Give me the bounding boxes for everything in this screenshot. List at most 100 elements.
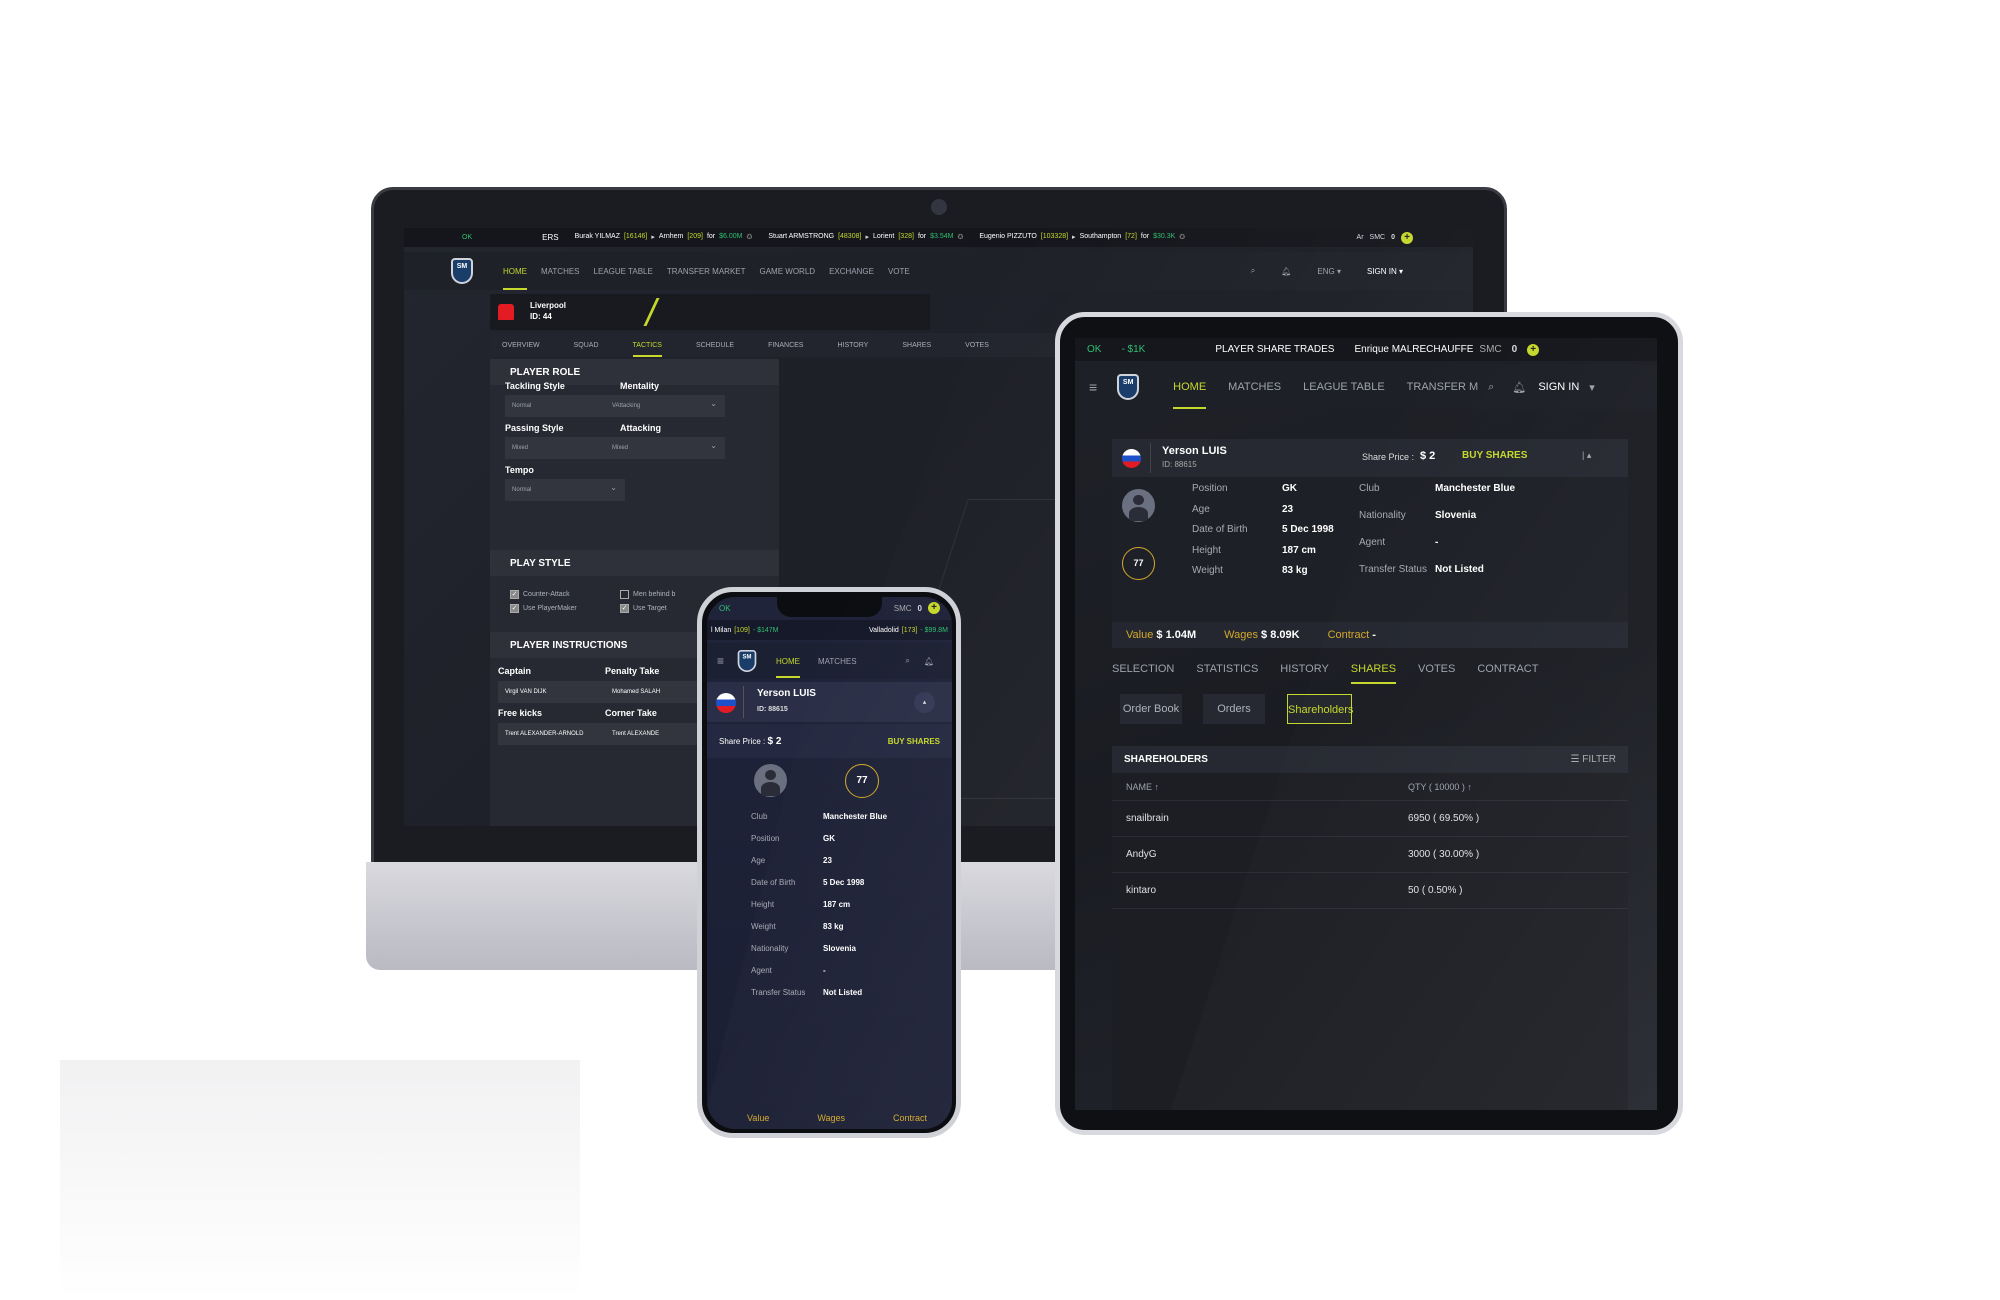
detail-value: Slovenia <box>823 944 856 953</box>
shareholder-qty: 50 ( 0.50% ) <box>1408 885 1463 896</box>
subtab-orders[interactable]: Orders <box>1203 694 1265 724</box>
tab-shares[interactable]: SHARES <box>1350 663 1397 684</box>
buy-shares-button[interactable]: BUY SHARES <box>888 737 940 746</box>
shareholder-row[interactable]: AndyG 3000 ( 30.00% ) <box>1112 837 1628 873</box>
tab-selection[interactable]: SELECTION <box>1112 663 1174 675</box>
nav-vote[interactable]: VOTE <box>888 267 910 276</box>
shareholder-row[interactable]: snailbrain 6950 ( 69.50% ) <box>1112 801 1628 837</box>
filter-button[interactable]: ☰ FILTER <box>1571 754 1616 765</box>
buy-shares-button[interactable]: BUY SHARES <box>1462 450 1527 461</box>
tab-contract[interactable]: CONTRACT <box>1477 663 1538 675</box>
detail-label: Nationality <box>751 944 789 953</box>
play-style-checkbox[interactable]: ✓ Use PlayerMaker <box>510 604 577 613</box>
ticker-player: Enrique MALRECHAUFFE <box>1354 344 1474 355</box>
col-qty-header[interactable]: QTY ( 10000 ) ↑ <box>1408 782 1472 792</box>
add-smc-button[interactable]: + <box>1527 343 1540 356</box>
mentality-dropdown[interactable]: VAttacking <box>605 395 725 417</box>
team-tabs: OVERVIEW SQUAD TACTICS SCHEDULE FINANCES HIST… <box>490 333 1090 357</box>
detail-value: 83 kg <box>1282 565 1308 576</box>
nav-transfer-m[interactable]: TRANSFER M <box>1407 381 1479 393</box>
instruction-label: Corner Take <box>605 708 657 718</box>
subtab-order-book[interactable]: Order Book <box>1120 694 1182 724</box>
ticker-player: Burak YILMAZ <box>574 233 620 240</box>
star-icon[interactable]: ✪ <box>957 233 963 242</box>
collapse-icon[interactable]: | ▴ <box>1582 450 1591 461</box>
nav-matches[interactable]: MATCHES <box>818 657 857 666</box>
ticker-tail: Ar <box>1356 234 1364 241</box>
detail-value: GK <box>823 834 835 843</box>
search-icon[interactable]: ⌕ <box>905 656 909 666</box>
arrow-icon: ▸ <box>1072 234 1076 241</box>
detail-value: Not Listed <box>823 988 863 997</box>
detail-label: Age <box>1192 503 1210 515</box>
sign-in-button[interactable]: SIGN IN <box>1538 381 1579 393</box>
tab-squad[interactable]: SQUAD <box>574 342 599 349</box>
menu-icon[interactable]: ≡ <box>1089 379 1097 395</box>
attacking-dropdown[interactable]: Mixed <box>605 437 725 459</box>
wages-amount: $ 8.09K <box>1261 629 1300 641</box>
logo[interactable]: SM <box>737 649 757 673</box>
add-smc-button[interactable]: + <box>1401 231 1413 244</box>
menu-icon[interactable]: ≡ <box>717 654 724 668</box>
nav-matches[interactable]: MATCHES <box>541 267 580 276</box>
language-dropdown[interactable]: ENG ▾ <box>1317 267 1341 276</box>
sign-in-button[interactable]: SIGN IN ▾ <box>1367 267 1403 276</box>
checkbox-icon[interactable] <box>620 590 629 599</box>
nav-league-table[interactable]: LEAGUE TABLE <box>1303 381 1385 393</box>
checkbox-icon[interactable]: ✓ <box>510 590 519 599</box>
tab-history[interactable]: HISTORY <box>837 342 868 349</box>
tempo-dropdown[interactable]: Normal <box>505 479 625 501</box>
nav-matches[interactable]: MATCHES <box>1228 381 1281 393</box>
rating-badge: 77 <box>845 764 879 798</box>
play-style-checkbox[interactable]: ✓ Counter-Attack <box>510 590 570 599</box>
chevron-down-icon[interactable]: ▾ <box>1589 381 1595 394</box>
checkbox-icon[interactable]: ✓ <box>620 604 629 613</box>
nav-transfer-market[interactable]: TRANSFER MARKET <box>667 267 746 276</box>
tab-schedule[interactable]: SCHEDULE <box>696 342 734 349</box>
nav-home[interactable]: HOME <box>503 267 527 290</box>
detail-value: 187 cm <box>823 900 851 909</box>
instruction-label: Captain <box>498 666 532 676</box>
nav-home[interactable]: HOME <box>776 657 801 678</box>
detail-row: Club Manchester Blue <box>751 812 887 821</box>
player-card-header: Yerson LUIS ID: 88615 Share Price : $ 2 … <box>1112 439 1628 477</box>
tab-votes[interactable]: VOTES <box>1418 663 1455 675</box>
nav-league-table[interactable]: LEAGUE TABLE <box>594 267 653 276</box>
play-style-checkbox[interactable]: ✓ Use Target <box>620 604 667 613</box>
tab-history[interactable]: HISTORY <box>1280 663 1329 675</box>
tab-overview[interactable]: OVERVIEW <box>502 342 540 349</box>
bell-icon[interactable]: 🔔︎ <box>1281 267 1291 276</box>
search-icon[interactable]: ⌕ <box>1488 381 1494 394</box>
bell-icon[interactable]: 🔔︎ <box>1512 381 1526 394</box>
col-name-header[interactable]: NAME ↑ <box>1126 782 1408 792</box>
instruction-dropdown[interactable]: Trent ALEXANDER-ARNOLD <box>498 723 618 745</box>
shareholder-row[interactable]: kintaro 50 ( 0.50% ) <box>1112 873 1628 909</box>
search-icon[interactable]: ⌕ <box>1251 266 1255 276</box>
tab-shares[interactable]: SHARES <box>902 342 931 349</box>
logo[interactable]: SM <box>451 258 473 284</box>
checkbox-icon[interactable]: ✓ <box>510 604 519 613</box>
star-icon[interactable]: ✪ <box>746 233 752 242</box>
add-smc-button[interactable]: + <box>928 602 940 614</box>
detail-value: - <box>1435 537 1439 548</box>
subtab-shareholders[interactable]: Shareholders <box>1287 694 1353 724</box>
tab-finances[interactable]: FINANCES <box>768 342 803 349</box>
logo[interactable]: SM <box>1117 374 1140 400</box>
tab-tactics[interactable]: TACTICS <box>632 342 663 357</box>
instruction-dropdown[interactable]: Virgil VAN DIJK <box>498 681 618 703</box>
detail-label: Date of Birth <box>1192 524 1248 535</box>
nav-home[interactable]: HOME <box>1173 381 1207 409</box>
play-style-checkbox[interactable]: Men behind b <box>620 590 675 599</box>
tab-statistics[interactable]: STATISTICS <box>1196 663 1258 675</box>
tab-votes[interactable]: VOTES <box>965 342 989 349</box>
detail-value: - <box>823 966 826 975</box>
ticker-player-id: [16146] <box>623 233 648 240</box>
detail-label: Weight <box>1192 565 1223 576</box>
ticker-title: PLAYER SHARE TRADES <box>1215 344 1335 355</box>
nav-exchange[interactable]: EXCHANGE <box>829 267 874 276</box>
detail-value: 83 kg <box>823 922 844 931</box>
bell-icon[interactable]: 🔔︎ <box>924 657 934 666</box>
nav-game-world[interactable]: GAME WORLD <box>760 267 816 276</box>
star-icon[interactable]: ✪ <box>1179 233 1185 242</box>
collapse-button[interactable]: ▴ <box>914 692 935 713</box>
